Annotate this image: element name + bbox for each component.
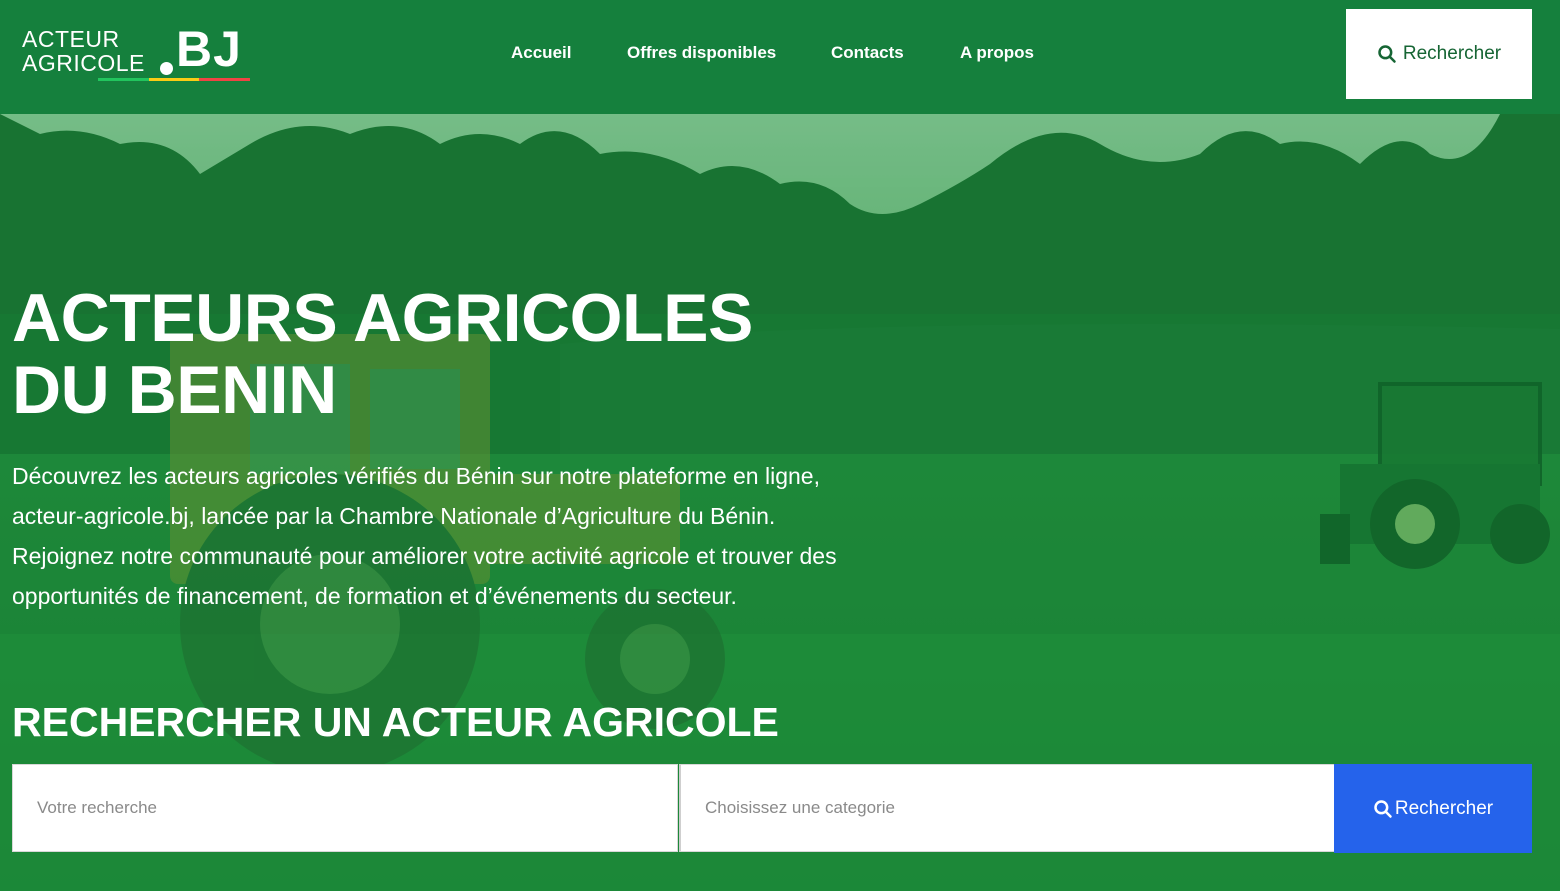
hero-section: ACTEURS AGRICOLES DU BENIN Découvrez les… — [0, 114, 1560, 891]
header-search-label: Rechercher — [1402, 43, 1502, 64]
logo-suffix: BJ — [176, 21, 242, 77]
nav-item-a-propos[interactable]: A propos — [960, 43, 1034, 63]
category-select-placeholder: Choisissez une categorie — [705, 798, 895, 817]
hero-title: ACTEURS AGRICOLES DU BENIN — [12, 282, 912, 426]
search-submit-label: Rechercher — [1394, 797, 1494, 819]
flag-stripe-yellow — [148, 78, 200, 81]
site-header: ACTEUR AGRICOLE BJ Accueil Offres dispon… — [0, 0, 1560, 114]
hero-title-line-1: ACTEURS AGRICOLES — [12, 280, 753, 356]
nav-item-accueil[interactable]: Accueil — [511, 43, 571, 63]
nav-item-offres-disponibles[interactable]: Offres disponibles — [627, 43, 776, 63]
logo-line-2: AGRICOLE — [22, 50, 145, 76]
logo-line-1: ACTEUR — [22, 26, 120, 52]
search-submit-button[interactable]: Rechercher — [1334, 764, 1532, 853]
logo-dot — [160, 62, 173, 75]
nav-item-contacts[interactable]: Contacts — [831, 43, 904, 63]
hero-title-line-2: DU BENIN — [12, 352, 337, 428]
site-logo[interactable]: ACTEUR AGRICOLE BJ — [20, 21, 252, 86]
search-form: Choisissez une categorie Rechercher — [12, 764, 1532, 854]
flag-stripe-red — [199, 78, 251, 81]
search-input[interactable] — [12, 764, 678, 852]
search-section-heading: RECHERCHER UN ACTEUR AGRICOLE — [12, 699, 779, 745]
flag-stripe-green — [98, 78, 149, 81]
search-icon — [1378, 45, 1396, 63]
logo-flag-underline — [98, 78, 251, 81]
header-search-button[interactable]: Rechercher — [1346, 9, 1532, 99]
search-icon — [1374, 799, 1392, 818]
category-select[interactable]: Choisissez une categorie — [679, 764, 1335, 852]
hero-description: Découvrez les acteurs agricoles vérifiés… — [12, 463, 837, 609]
